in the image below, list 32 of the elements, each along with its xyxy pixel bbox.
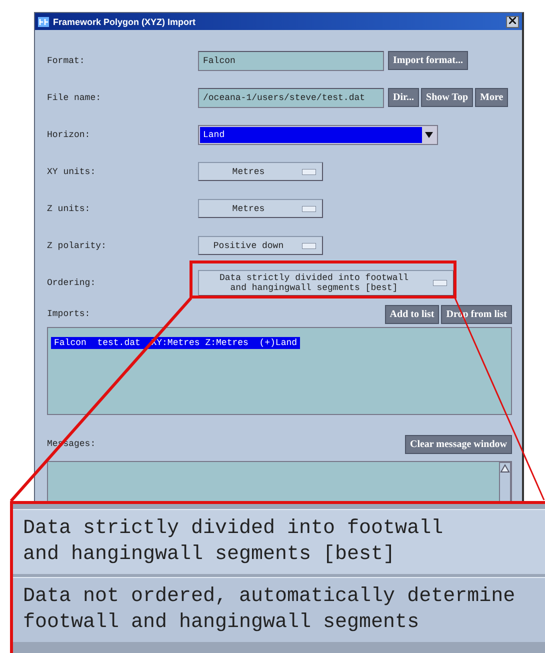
close-button[interactable] xyxy=(506,16,519,28)
option-menu-button[interactable]: Data strictly divided into footwall and hangingwall segments [best] xyxy=(198,270,454,296)
text-field[interactable]: /oceana-1/users/steve/test.dat xyxy=(198,88,384,108)
option-menu-button[interactable]: Positive down xyxy=(198,236,323,255)
field-label: XY units: xyxy=(47,166,97,176)
option-menu-icon xyxy=(302,168,316,174)
action-button[interactable]: Clear message window xyxy=(404,434,512,454)
menu-option[interactable]: Data strictly divided into footwall and hangingwall segments [best] xyxy=(13,509,545,574)
option-menu-button[interactable]: Metres xyxy=(198,162,323,181)
option-menu-icon xyxy=(302,242,316,248)
window-title: Framework Polygon (XYZ) Import xyxy=(53,16,197,26)
list-item[interactable]: Falcon test.dat XY:Metres Z:Metres (+)Land xyxy=(51,337,300,349)
field-label: Z polarity: xyxy=(47,240,108,250)
field-label: Horizon: xyxy=(47,130,92,140)
action-button[interactable]: Add to list xyxy=(384,304,440,324)
menu-option[interactable]: Data not ordered, automatically determine footwall and hangingwall segments xyxy=(13,577,545,642)
field-label: Z units: xyxy=(47,204,92,214)
down-arrow-icon xyxy=(425,130,433,138)
action-button[interactable]: Import format... xyxy=(388,51,468,70)
field-label: File name: xyxy=(47,92,102,102)
combo-box[interactable]: Land xyxy=(198,124,438,144)
field-label: Ordering: xyxy=(47,278,97,288)
app-icon xyxy=(38,16,49,26)
action-button[interactable]: Show Top xyxy=(421,88,474,107)
option-menu-icon xyxy=(433,280,447,286)
action-button[interactable]: More xyxy=(475,88,508,107)
text-field[interactable]: Falcon xyxy=(198,50,384,70)
section-label: Imports: xyxy=(47,309,90,319)
action-button[interactable]: Dir... xyxy=(388,88,420,107)
field-label: Format: xyxy=(47,56,86,66)
option-menu-icon xyxy=(302,206,316,212)
option-menu-button[interactable]: Metres xyxy=(198,199,323,218)
